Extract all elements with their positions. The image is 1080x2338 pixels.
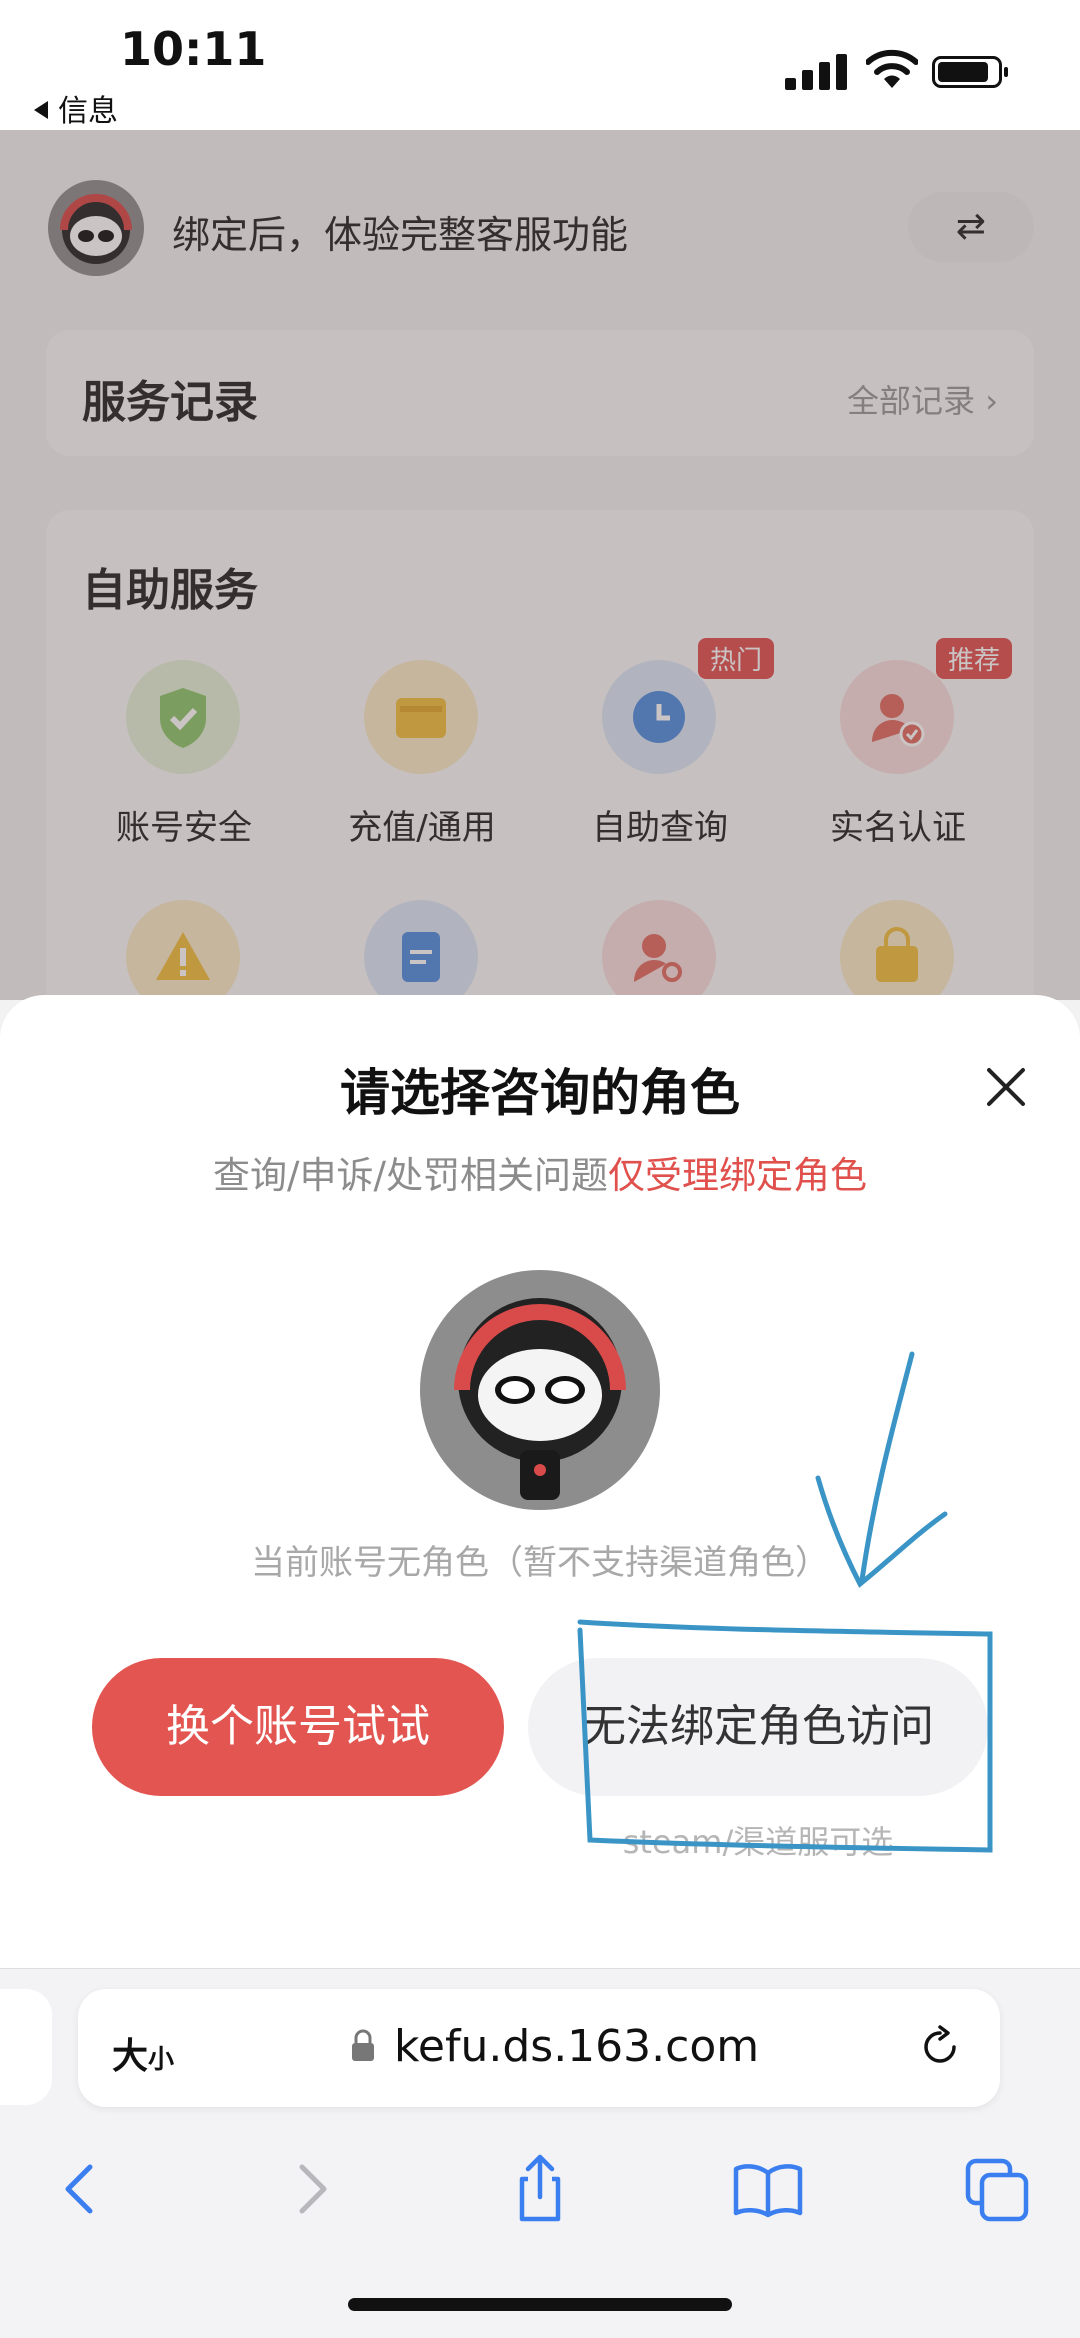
wifi-icon xyxy=(866,49,918,88)
back-app-label: 信息 xyxy=(58,94,118,129)
text-size-button[interactable]: 大小 xyxy=(112,2027,174,2079)
status-bar: 10:11 信息 xyxy=(0,0,1080,130)
text-size-small: 小 xyxy=(148,2045,175,2075)
ninja-avatar-icon xyxy=(454,1298,626,1500)
back-triangle-icon xyxy=(34,101,48,119)
share-icon[interactable] xyxy=(500,2149,580,2229)
tabs-icon[interactable] xyxy=(958,2149,1038,2229)
cellular-signal-icon xyxy=(785,52,849,90)
reload-icon[interactable] xyxy=(918,2025,962,2069)
sheet-subtitle: 查询/申诉/处罚相关问题仅受理绑定角色 xyxy=(0,1145,1080,1199)
close-icon[interactable] xyxy=(986,1067,1026,1107)
back-icon[interactable] xyxy=(40,2149,120,2229)
home-indicator xyxy=(348,2298,732,2311)
no-role-text: 当前账号无角色（暂不支持渠道角色） xyxy=(251,1543,829,1583)
text-size-large: 大 xyxy=(112,2036,149,2077)
lock-icon xyxy=(352,2029,374,2061)
bookmarks-icon[interactable] xyxy=(728,2149,808,2229)
subtitle-gray: 查询/申诉/处罚相关问题 xyxy=(213,1154,608,1197)
choose-role-sheet: 请选择咨询的角色 查询/申诉/处罚相关问题仅受理绑定角色 当前账号无角色（暂不支… xyxy=(0,995,1080,1995)
steam-channel-tip: steam/渠道服可选 xyxy=(622,1823,894,1861)
battery-icon xyxy=(932,56,1008,88)
address-bar[interactable]: 大小 kefu.ds.163.com xyxy=(78,1989,1000,2107)
url-text: kefu.ds.163.com xyxy=(394,2021,760,2072)
status-time: 10:11 xyxy=(120,22,267,76)
back-to-app-link[interactable]: 信息 xyxy=(34,86,118,130)
role-avatar xyxy=(420,1270,660,1510)
modal-backdrop[interactable] xyxy=(0,130,1080,1000)
previous-tab-peek[interactable] xyxy=(0,1989,52,2105)
browser-toolbar: 大小 kefu.ds.163.com xyxy=(0,1968,1080,2338)
sheet-title: 请选择咨询的角色 xyxy=(340,1064,740,1122)
subtitle-red: 仅受理绑定角色 xyxy=(607,1154,867,1197)
unbound-access-button[interactable]: 无法绑定角色访问 xyxy=(528,1658,988,1796)
forward-icon[interactable] xyxy=(272,2149,352,2229)
switch-account-try-button[interactable]: 换个账号试试 xyxy=(92,1658,504,1796)
